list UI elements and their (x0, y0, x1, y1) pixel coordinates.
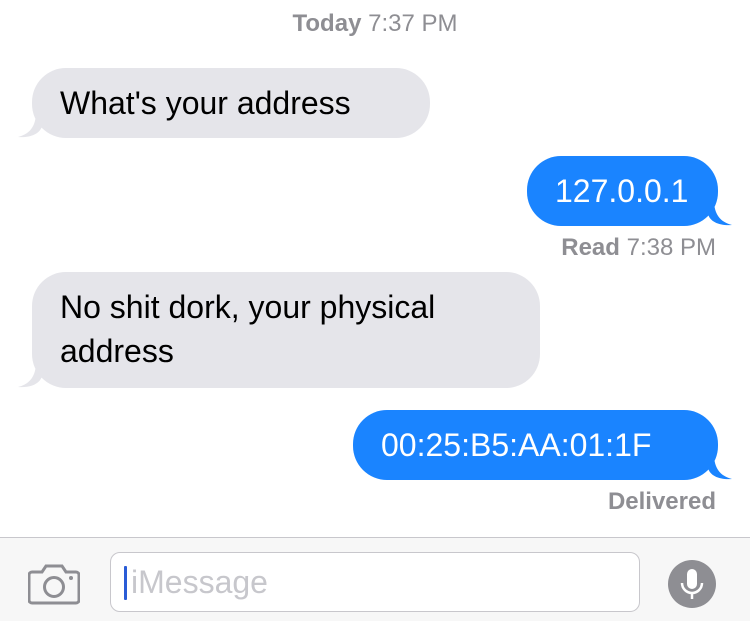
read-receipt: Read 7:38 PM (561, 234, 716, 262)
message-text: 127.0.0.1 (555, 173, 689, 209)
message-text: What's your address (60, 85, 351, 121)
message-text-line: address (60, 333, 174, 369)
incoming-bubble-tail (18, 112, 42, 138)
outgoing-bubble-tail (708, 454, 732, 480)
delivered-receipt: Delivered (608, 488, 716, 516)
camera-button[interactable] (27, 563, 81, 605)
conversation-timestamp: Today 7:37 PM (0, 10, 750, 38)
timestamp-time: 7:37 PM (368, 10, 458, 37)
outgoing-message-bubble[interactable]: 00:25:B5:AA:01:1F (353, 410, 718, 480)
delivered-label: Delivered (607, 488, 716, 515)
incoming-bubble-tail (18, 362, 42, 388)
text-cursor (124, 566, 127, 600)
incoming-message-bubble[interactable]: No shit dork, your physical address (32, 272, 540, 388)
outgoing-bubble-tail (708, 200, 732, 226)
microphone-icon (680, 569, 704, 599)
read-label: Read (561, 234, 620, 261)
read-time: 7:38 PM (626, 234, 716, 261)
microphone-button[interactable] (668, 560, 716, 608)
message-composer-bar (0, 537, 750, 621)
message-text: 00:25:B5:AA:01:1F (381, 427, 652, 463)
imessage-input[interactable] (110, 552, 640, 612)
timestamp-day: Today (292, 10, 362, 37)
outgoing-message-bubble[interactable]: 127.0.0.1 (527, 156, 718, 226)
camera-icon (27, 564, 81, 605)
message-text-line: No shit dork, your physical (60, 289, 436, 325)
incoming-message-bubble[interactable]: What's your address (32, 68, 430, 138)
